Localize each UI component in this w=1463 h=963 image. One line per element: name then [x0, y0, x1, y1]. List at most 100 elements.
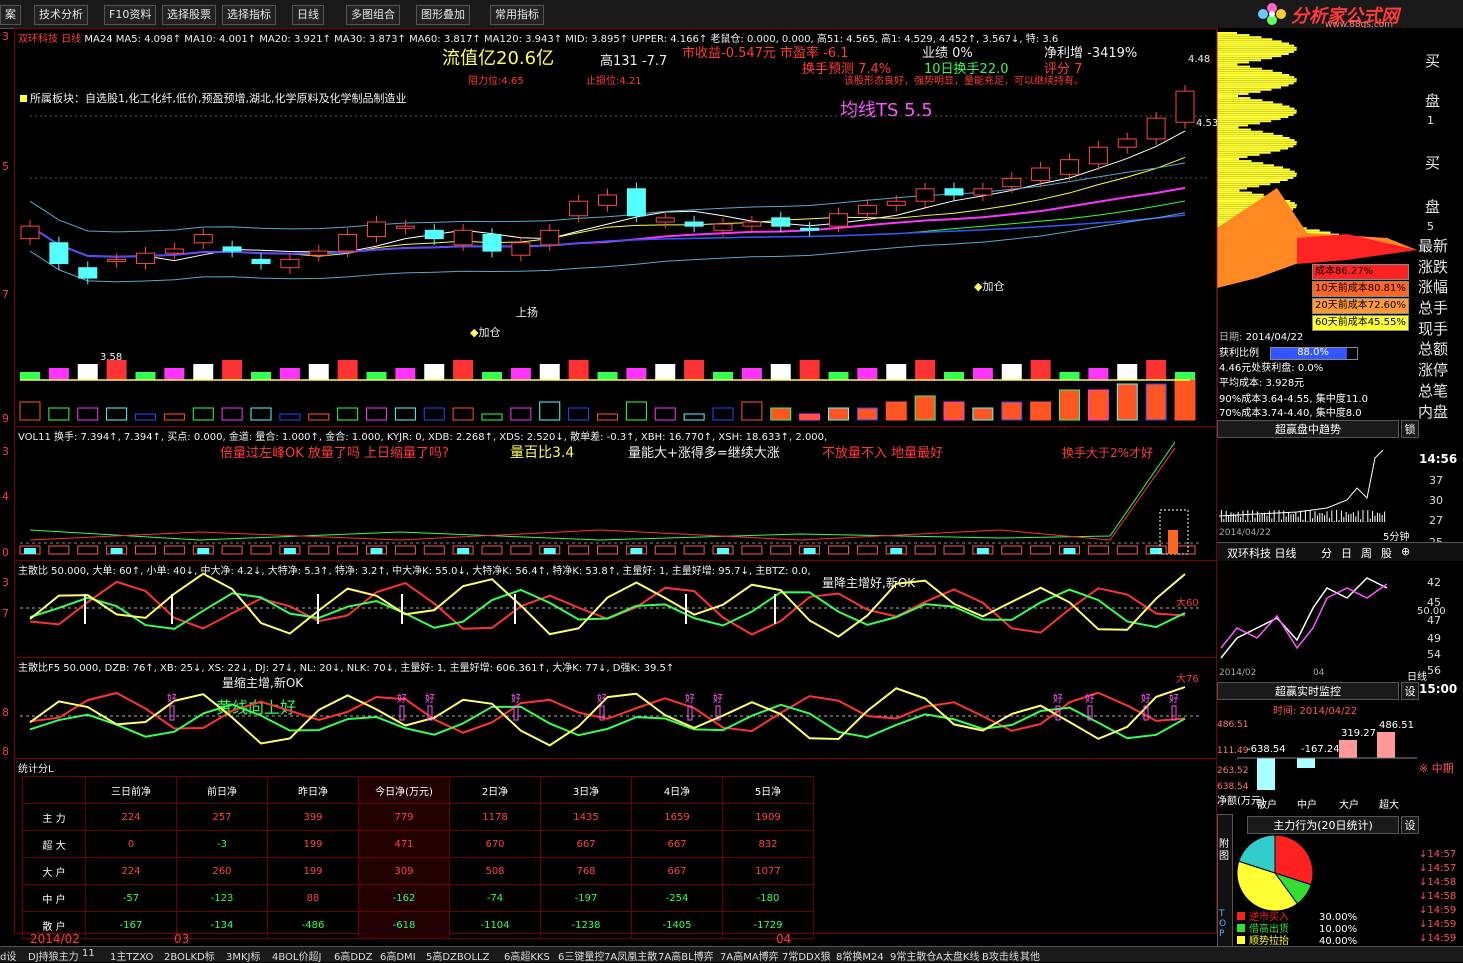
quote-menu-item[interactable]: 总额: [1418, 339, 1448, 360]
tab-top[interactable]: TOP: [1219, 909, 1231, 939]
side-num-1: 1: [1427, 114, 1434, 127]
chip-bar-yellow: [1217, 90, 1261, 93]
f5-good-label: 好: [1085, 693, 1095, 705]
chip-bar-yellow: [1217, 166, 1283, 169]
signal-bar: [1146, 360, 1167, 380]
candle-body: [713, 223, 733, 231]
chip-bar-yellow: [1217, 193, 1264, 196]
chip-bar-yellow: [1217, 120, 1272, 123]
tab-day[interactable]: 日: [1341, 545, 1352, 561]
legend-pct: 10.00%: [1319, 924, 1358, 935]
signal-bar: [799, 360, 820, 380]
trend-title[interactable]: 超赢盘中趋势: [1217, 420, 1399, 438]
rt-bar-super: [1377, 732, 1395, 758]
volume-bar: [192, 407, 214, 421]
chip-bar-yellow: [1217, 160, 1252, 163]
legend-label: 逆市买入: [1249, 912, 1289, 923]
signal-bar: [1059, 372, 1080, 380]
realtime-setting-button[interactable]: 设: [1401, 682, 1419, 700]
vol-fill-bar: [630, 548, 643, 554]
mini-date: 2014/04/22: [1219, 528, 1271, 538]
vol-fill-bar: [24, 548, 36, 554]
chip-bar-yellow: [1217, 50, 1294, 53]
avg-cost: 平均成本: 3.928元: [1219, 378, 1305, 389]
f5-good-marker: [399, 705, 405, 721]
tab-more-icon[interactable]: ⊕: [1401, 545, 1410, 558]
rt-cat-0: 散户: [1257, 800, 1277, 811]
candle-body: [1175, 90, 1195, 123]
f5-good-label: 好: [1169, 693, 1179, 705]
vol-small-bar: [221, 545, 243, 555]
chip-bar-yellow: [1217, 128, 1251, 131]
mini-val-6: 56: [1427, 664, 1441, 677]
vol-small-bar: [48, 545, 70, 555]
tab-subchart[interactable]: 附图: [1219, 839, 1231, 863]
volume-bar: [106, 407, 128, 421]
cost-tag: 10天前成本80.81%: [1312, 281, 1409, 297]
chip-bar-yellow: [1217, 80, 1297, 83]
chip-bar-yellow: [1217, 181, 1280, 184]
quote-menu-item[interactable]: 内盘: [1418, 402, 1448, 423]
quote-menu-item[interactable]: 涨幅: [1418, 277, 1448, 298]
signal-bar: [424, 364, 445, 380]
chip-bar-yellow: [1217, 74, 1290, 76]
signal-bar: [770, 364, 791, 380]
candle-body: [482, 233, 502, 252]
signal-bar: [482, 372, 502, 380]
zsb-line-green: [29, 588, 1186, 630]
candle-body: [367, 221, 386, 238]
realtime-title[interactable]: 超赢实时监控: [1217, 682, 1399, 700]
flower-icon: [1258, 3, 1286, 25]
volume-bar: [1116, 383, 1138, 421]
signal-bar: [1088, 368, 1109, 380]
candle-body: [49, 242, 69, 265]
tick-time: ↓14:58: [1419, 891, 1457, 902]
tab-week[interactable]: 周: [1361, 545, 1372, 561]
chip-bar-yellow: [1217, 78, 1297, 81]
candle-body: [1002, 177, 1022, 188]
profit-bar: 88.0%: [1270, 346, 1359, 360]
vol-small-bar: [423, 545, 445, 555]
profit-label: 获利比例: [1219, 348, 1259, 359]
candle-body: [829, 213, 848, 227]
chip-bar-yellow: [1217, 118, 1281, 121]
quote-menu-item[interactable]: 涨跌: [1418, 257, 1448, 278]
volume-bar: [625, 401, 647, 421]
signal-bar: [222, 360, 243, 380]
quote-menu-item[interactable]: 总笔: [1418, 381, 1448, 402]
signal-bar: [828, 372, 849, 380]
vol-line-green: [29, 441, 1176, 541]
volume-bar: [943, 401, 965, 421]
chip-bar-yellow: [1217, 76, 1295, 79]
candle-body: [1060, 159, 1079, 175]
chip-bar-yellow: [1217, 97, 1251, 100]
quote-menu-item[interactable]: 最新: [1418, 236, 1448, 257]
candle-body: [338, 233, 358, 252]
legend-pct: 30.00%: [1319, 912, 1358, 923]
quote-menu-item[interactable]: 涨停: [1418, 360, 1448, 381]
cost-tag: 成本86.27%: [1312, 264, 1409, 280]
chip-bar-yellow: [1217, 183, 1271, 186]
f5-line-green: [29, 703, 1186, 740]
tab-minute[interactable]: 分: [1321, 545, 1332, 561]
chip-bar-yellow: [1217, 42, 1290, 45]
volume-bar: [394, 407, 416, 421]
rt-val-3: 486.51: [1379, 720, 1414, 731]
bottom-tab[interactable]: 11: [82, 948, 95, 959]
candle-body: [771, 217, 791, 227]
candle-body: [800, 227, 820, 231]
quote-menu-item[interactable]: 总手: [1418, 298, 1448, 319]
volume-bar: [568, 407, 590, 421]
quote-menu-item[interactable]: 现手: [1418, 319, 1448, 340]
chip-bar-yellow: [1217, 187, 1248, 190]
rt-bar-big: [1339, 740, 1357, 758]
chip-bar-yellow: [1217, 34, 1250, 37]
chip-bar-yellow: [1217, 149, 1281, 152]
behavior-setting-button[interactable]: 设: [1401, 816, 1419, 834]
tab-stock[interactable]: 股: [1381, 545, 1392, 561]
daily-mini-magenta: [1220, 583, 1388, 650]
chip-bar-yellow: [1217, 130, 1263, 133]
time-1: 14:56: [1419, 452, 1458, 466]
lock-button[interactable]: 锁: [1401, 420, 1419, 438]
behavior-title[interactable]: 主力行为(20日统计): [1247, 816, 1399, 834]
